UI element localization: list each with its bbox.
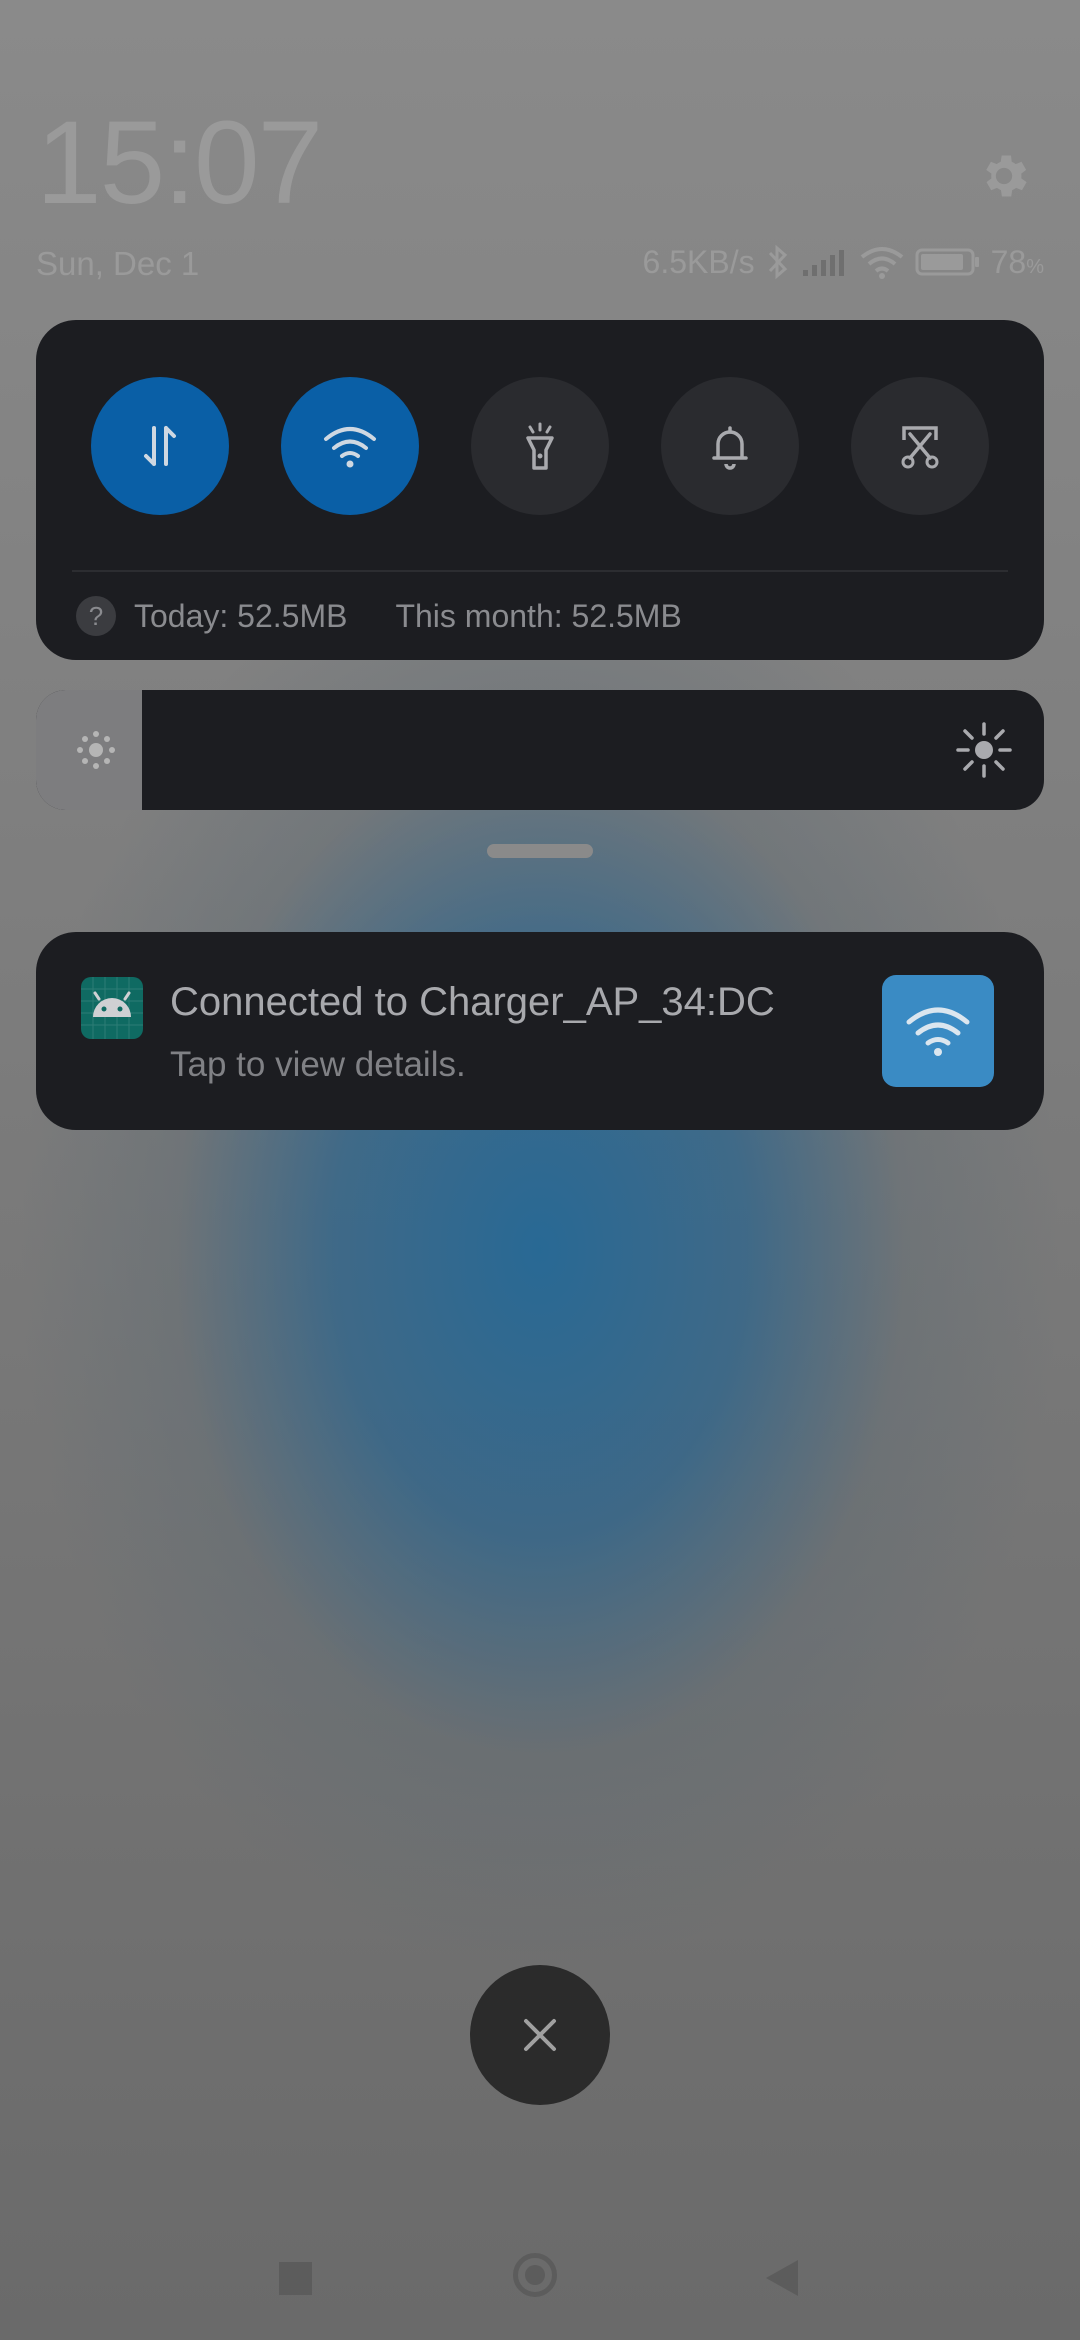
wifi-icon xyxy=(906,1007,970,1056)
brightness-low-icon xyxy=(77,731,115,769)
navigation-bar xyxy=(0,2230,1080,2310)
battery-icon xyxy=(915,248,979,276)
divider xyxy=(72,570,1008,572)
network-speed: 6.5KB/s xyxy=(642,243,755,280)
flashlight-icon xyxy=(526,422,554,470)
usage-today: Today: 52.5MB xyxy=(134,597,348,634)
scissors-screenshot-icon xyxy=(901,426,939,469)
bluetooth-icon xyxy=(768,244,787,280)
tile-sound[interactable] xyxy=(661,377,799,515)
wifi-icon xyxy=(324,427,376,468)
date: Sun, Dec 1 xyxy=(36,245,200,282)
quick-settings-panel: ? Today: 52.5MB This month: 52.5MB xyxy=(36,320,1044,660)
wifi-status-icon xyxy=(860,247,903,279)
quick-settings-tiles xyxy=(91,377,989,515)
battery-percentage: 78% xyxy=(991,244,1044,281)
signal-icon xyxy=(802,250,844,276)
panel-drag-handle[interactable] xyxy=(487,844,593,858)
brightness-high-icon xyxy=(956,722,1012,778)
battery-unit: % xyxy=(1026,255,1044,278)
brightness-slider[interactable] xyxy=(36,690,1044,810)
recents-button[interactable] xyxy=(279,2262,312,2295)
back-button[interactable] xyxy=(764,2258,800,2298)
tile-flashlight[interactable] xyxy=(471,377,609,515)
notification-subtitle: Tap to view details. xyxy=(170,1045,466,1084)
android-icon xyxy=(81,977,143,1039)
clock: 15:07 xyxy=(36,97,323,229)
tile-screenshot[interactable] xyxy=(851,377,989,515)
notification-card[interactable]: Connected to Charger_AP_34:DC Tap to vie… xyxy=(36,932,1044,1130)
tile-wifi[interactable] xyxy=(281,377,419,515)
usage-month: This month: 52.5MB xyxy=(395,597,682,634)
data-usage: ? Today: 52.5MB This month: 52.5MB xyxy=(76,596,682,636)
clear-notifications-button[interactable] xyxy=(470,1965,610,2105)
status-bar: 6.5KB/s 78% xyxy=(643,243,1044,281)
home-button[interactable] xyxy=(513,2253,557,2297)
notification-wifi-button[interactable] xyxy=(882,975,994,1087)
help-icon[interactable]: ? xyxy=(76,596,116,636)
close-icon xyxy=(524,2019,556,2051)
gear-icon[interactable] xyxy=(976,148,1032,204)
bell-icon xyxy=(712,426,748,470)
battery-value: 78 xyxy=(990,243,1027,280)
notification-title: Connected to Charger_AP_34:DC xyxy=(170,980,775,1024)
data-arrows-icon xyxy=(144,426,176,466)
tile-mobile-data[interactable] xyxy=(91,377,229,515)
